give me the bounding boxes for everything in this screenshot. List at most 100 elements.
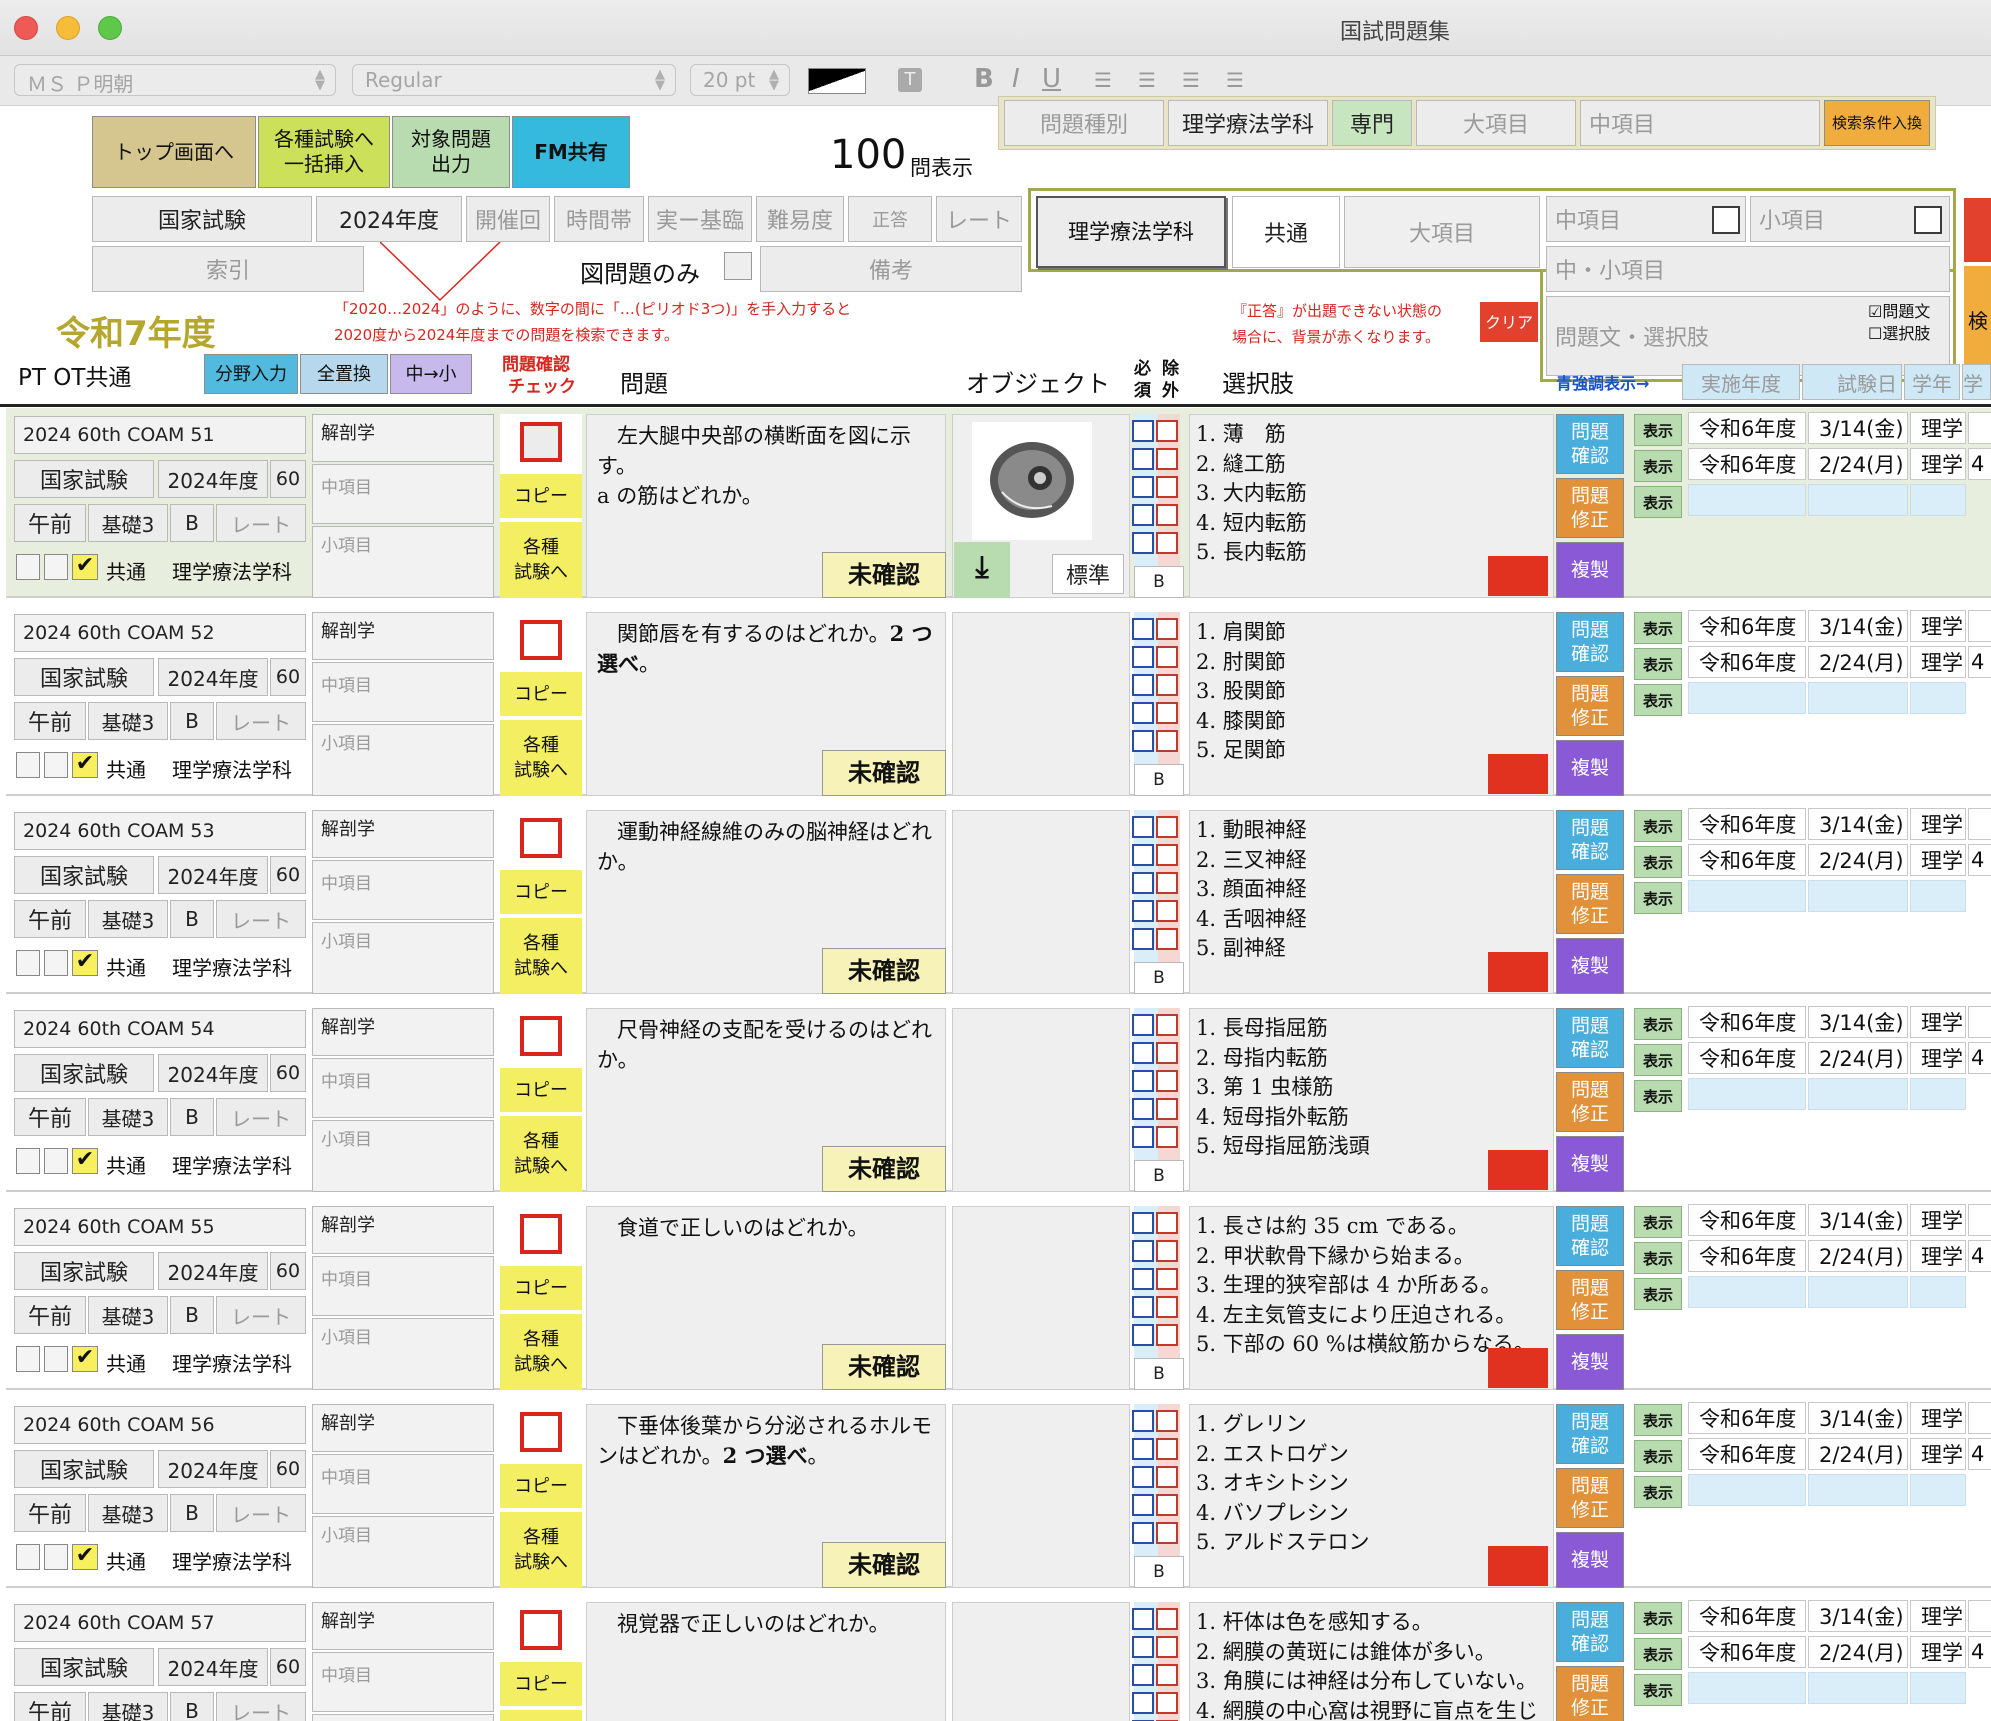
row-small[interactable]: 小項目 [312, 922, 494, 994]
grade[interactable]: 理学 [1910, 1204, 1966, 1236]
held-year[interactable]: 令和6年度 [1688, 646, 1806, 678]
row-year[interactable]: 2024年度 [158, 1648, 268, 1686]
grade[interactable]: 理学 [1910, 1042, 1966, 1074]
grade-header[interactable]: 学年 [1904, 364, 1960, 400]
grade-more[interactable]: 4 [1968, 646, 1991, 678]
figure-only-checkbox[interactable] [724, 252, 752, 280]
show-button[interactable]: 表示 [1634, 648, 1682, 680]
row-rate[interactable]: レート [216, 900, 306, 938]
question-check-button[interactable]: 問題 確認 [1556, 810, 1624, 870]
grade[interactable]: 理学 [1910, 646, 1966, 678]
question-row[interactable]: 2024 60th COAM 54 国家試験 2024年度 60 午前 基礎3 B レート ✔ 共… [6, 1002, 1991, 1192]
must-checkbox[interactable] [1132, 1410, 1154, 1432]
show-button[interactable]: 表示 [1634, 1602, 1682, 1634]
show-button[interactable]: 表示 [1634, 450, 1682, 482]
row-rank[interactable]: B [170, 504, 214, 542]
choice-item[interactable]: 4. 左主気管支により圧迫される。 [1196, 1301, 1547, 1331]
align-justify-icon[interactable]: ☰ [1226, 68, 1244, 92]
to-exam-button[interactable]: 各種試験へ [500, 918, 582, 994]
question-fix-button[interactable]: 問題 修正 [1556, 1468, 1624, 1528]
must-checkbox[interactable] [1132, 1212, 1154, 1234]
size-select[interactable]: 20 pt ▲ ▼ [690, 64, 790, 96]
exclude-checkbox[interactable] [1156, 618, 1178, 640]
empty-date-slot[interactable] [1808, 484, 1908, 516]
confirm-checkbox[interactable] [520, 1214, 562, 1254]
row-checkbox-1[interactable] [16, 950, 40, 976]
grade-more[interactable]: 4 [1968, 844, 1991, 876]
must-checkbox[interactable] [1132, 1466, 1154, 1488]
must-checkbox[interactable] [1132, 1042, 1154, 1064]
exam-date[interactable]: 2/24(月) [1808, 1438, 1908, 1470]
question-check-button[interactable]: 問題 確認 [1556, 1008, 1624, 1068]
to-exam-button[interactable]: 各種試験へ [500, 522, 582, 598]
object-area[interactable] [952, 1602, 1130, 1721]
question-id[interactable]: 2024 60th COAM 53 [14, 812, 306, 850]
minimize-button[interactable] [56, 16, 80, 40]
must-checkbox[interactable] [1132, 1664, 1154, 1686]
exclude-checkbox[interactable] [1156, 1664, 1178, 1686]
text-style-icon[interactable]: T [898, 68, 922, 92]
bold-button[interactable]: B [974, 64, 994, 94]
exclude-checkbox[interactable] [1156, 1126, 1178, 1148]
search-red-tab[interactable] [1964, 198, 1991, 262]
row-basic[interactable]: 基礎3 [88, 504, 168, 542]
year-header[interactable]: 実施年度 [1682, 364, 1800, 400]
row-number[interactable]: 60 [270, 460, 306, 498]
row-year[interactable]: 2024年度 [158, 1054, 268, 1092]
choice-item[interactable]: 2. 三叉神経 [1196, 846, 1547, 876]
row-basic[interactable]: 基礎3 [88, 1296, 168, 1334]
grade[interactable]: 理学 [1910, 808, 1966, 840]
underline-button[interactable]: U [1042, 64, 1061, 94]
question-id[interactable]: 2024 60th COAM 56 [14, 1406, 306, 1444]
middle-item-field[interactable]: 中項目 [1580, 100, 1820, 146]
must-checkbox[interactable] [1132, 1438, 1154, 1460]
row-middle[interactable]: 中項目 [312, 662, 494, 722]
grade-more[interactable] [1968, 1204, 1991, 1236]
grade-more[interactable]: 4 [1968, 1438, 1991, 1470]
close-button[interactable] [14, 16, 38, 40]
exam-date[interactable]: 2/24(月) [1808, 1240, 1908, 1272]
unconfirmed-badge[interactable]: 未確認 [822, 1542, 946, 1588]
row-rank[interactable]: B [170, 1296, 214, 1334]
must-checkbox[interactable] [1132, 816, 1154, 838]
choice-item[interactable]: 2. 縫工筋 [1196, 450, 1547, 480]
standard-label[interactable]: 標準 [1052, 554, 1124, 594]
exclude-checkbox[interactable] [1156, 1608, 1178, 1630]
choice-item[interactable]: 2. 甲状軟骨下縁から始まる。 [1196, 1242, 1547, 1272]
exam-date[interactable]: 2/24(月) [1808, 844, 1908, 876]
row-middle[interactable]: 中項目 [312, 1256, 494, 1316]
row-am[interactable]: 午前 [14, 504, 86, 542]
session-filter[interactable]: 開催回 [466, 196, 550, 242]
empty-date-slot[interactable] [1808, 1078, 1908, 1110]
row-checkbox-1[interactable] [16, 752, 40, 778]
must-checkbox[interactable] [1132, 928, 1154, 950]
empty-grade-slot[interactable] [1910, 1078, 1966, 1110]
show-button[interactable]: 表示 [1634, 810, 1682, 842]
exclude-checkbox[interactable] [1156, 844, 1178, 866]
row-small[interactable]: 小項目 [312, 1318, 494, 1390]
exclude-checkbox[interactable] [1156, 702, 1178, 724]
row-am[interactable]: 午前 [14, 1692, 86, 1721]
clear-button[interactable]: クリア [1480, 302, 1538, 342]
row-middle[interactable]: 中項目 [312, 1058, 494, 1118]
empty-year-slot[interactable] [1688, 1276, 1806, 1308]
row-checkbox-2[interactable] [44, 1346, 68, 1372]
must-checkbox[interactable] [1132, 504, 1154, 526]
search-common-field[interactable]: 共通 [1232, 196, 1340, 268]
row-exam[interactable]: 国家試験 [14, 1252, 154, 1290]
exclude-checkbox[interactable] [1156, 448, 1178, 470]
question-id[interactable]: 2024 60th COAM 55 [14, 1208, 306, 1246]
grade[interactable]: 理学 [1910, 1402, 1966, 1434]
held-year[interactable]: 令和6年度 [1688, 448, 1806, 480]
grade[interactable]: 理学 [1910, 1438, 1966, 1470]
empty-date-slot[interactable] [1808, 1474, 1908, 1506]
show-button[interactable]: 表示 [1634, 1674, 1682, 1706]
held-year[interactable]: 令和6年度 [1688, 1402, 1806, 1434]
copy-button[interactable]: コピー [500, 474, 582, 518]
row-basic[interactable]: 基礎3 [88, 1692, 168, 1721]
object-area[interactable] [952, 810, 1130, 994]
answer-rank[interactable]: B [1134, 1556, 1184, 1588]
duplicate-button[interactable]: 複製 [1556, 1532, 1624, 1588]
to-exam-button[interactable]: 各種試験へ [500, 1512, 582, 1588]
grade-more[interactable]: 4 [1968, 1042, 1991, 1074]
